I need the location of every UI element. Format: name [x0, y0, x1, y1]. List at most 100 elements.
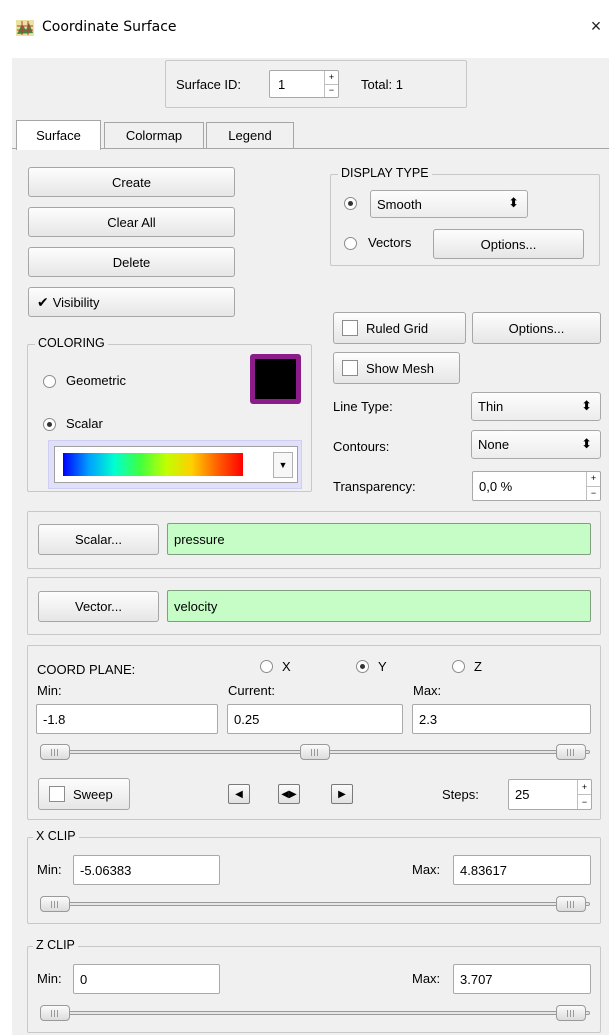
line-type-select[interactable]: Thin ⬍ — [471, 392, 601, 421]
scalar-radio[interactable] — [43, 418, 56, 431]
z-clip-max-slider-handle[interactable] — [556, 1005, 586, 1021]
x-clip-slider-track[interactable] — [40, 902, 590, 906]
geometric-radio[interactable] — [43, 375, 56, 388]
sweep-toggle[interactable]: Sweep — [38, 778, 130, 810]
plane-x-radio[interactable] — [260, 660, 273, 673]
plane-y-label: Y — [378, 659, 387, 674]
plane-x-label: X — [282, 659, 291, 674]
display-type-select[interactable]: Smooth ⬍ — [370, 190, 528, 218]
steps-label: Steps: — [442, 787, 479, 802]
decrement-icon[interactable]: − — [587, 485, 600, 501]
plane-y-radio[interactable] — [356, 660, 369, 673]
x-clip-min-input[interactable]: -5.06383 — [73, 855, 220, 885]
plane-min-label: Min: — [37, 683, 62, 698]
smooth-radio[interactable] — [344, 197, 357, 210]
steps-spin[interactable]: + − — [577, 780, 591, 809]
tab-separator — [12, 148, 609, 149]
surface-app-icon — [16, 20, 34, 36]
surface-id-spin[interactable]: + − — [324, 71, 338, 97]
scalar-radio-label: Scalar — [66, 416, 103, 431]
tab-colormap[interactable]: Colormap — [104, 122, 204, 148]
surface-id-label: Surface ID: — [176, 77, 242, 92]
delete-button[interactable]: Delete — [28, 247, 235, 277]
contours-value: None — [478, 437, 510, 452]
create-button[interactable]: Create — [28, 167, 235, 197]
increment-icon[interactable]: + — [325, 71, 338, 84]
x-clip-max-slider-handle[interactable] — [556, 896, 586, 912]
z-clip-min-label: Min: — [37, 971, 62, 986]
display-options-button[interactable]: Options... — [433, 229, 584, 259]
ruled-grid-label: Ruled Grid — [366, 320, 429, 336]
line-type-value: Thin — [478, 399, 504, 414]
vector-button[interactable]: Vector... — [38, 591, 159, 622]
checkmark-icon: ✔ — [37, 293, 49, 310]
plane-min-input[interactable]: -1.8 — [36, 704, 218, 734]
x-clip-max-input[interactable]: 4.83617 — [453, 855, 591, 885]
z-clip-max-input[interactable]: 3.707 — [453, 964, 591, 994]
show-mesh-checkbox[interactable] — [342, 360, 358, 376]
total-label: Total: 1 — [361, 77, 403, 92]
contours-label: Contours: — [333, 439, 390, 454]
z-clip-slider-track[interactable] — [40, 1011, 590, 1015]
sweep-label: Sweep — [73, 786, 113, 802]
plane-current-label: Current: — [228, 683, 275, 698]
step-both-icon[interactable]: ◀▶ — [278, 784, 300, 804]
decrement-icon[interactable]: − — [578, 794, 591, 809]
z-clip-min-slider-handle[interactable] — [40, 1005, 70, 1021]
surface-id-stepper[interactable]: 1 + − — [269, 70, 339, 98]
colormap-select[interactable]: ▼ — [54, 446, 298, 483]
plane-current-slider-handle[interactable] — [300, 744, 330, 760]
step-forward-icon[interactable]: ▶ — [331, 784, 353, 804]
step-back-icon[interactable]: ◀ — [228, 784, 250, 804]
steps-value: 25 — [515, 787, 530, 802]
z-clip-min-input[interactable]: 0 — [73, 964, 220, 994]
updown-icon: ⬍ — [581, 436, 592, 451]
updown-icon: ⬍ — [508, 195, 519, 210]
coord-plane-label: COORD PLANE: — [37, 662, 136, 677]
transparency-stepper[interactable]: 0,0 % + − — [472, 471, 601, 501]
transparency-spin[interactable]: + − — [586, 472, 600, 500]
ruled-grid-toggle[interactable]: Ruled Grid — [333, 312, 466, 344]
contours-select[interactable]: None ⬍ — [471, 430, 601, 459]
plane-min-slider-handle[interactable] — [40, 744, 70, 760]
z-clip-max-label: Max: — [412, 971, 441, 986]
clear-all-button[interactable]: Clear All — [28, 207, 235, 237]
x-clip-max-label: Max: — [412, 862, 441, 877]
total-value: 1 — [395, 77, 403, 92]
close-icon[interactable]: × — [586, 16, 606, 37]
show-mesh-toggle[interactable]: Show Mesh — [333, 352, 460, 384]
x-clip-min-label: Min: — [37, 862, 62, 877]
visibility-toggle[interactable]: ✔ Visibility — [28, 287, 235, 317]
ruled-grid-checkbox[interactable] — [342, 320, 358, 336]
x-clip-legend: X CLIP — [33, 829, 79, 843]
x-clip-min-slider-handle[interactable] — [40, 896, 70, 912]
geometric-label: Geometric — [66, 373, 126, 388]
dropdown-arrow-icon[interactable]: ▼ — [273, 452, 293, 478]
display-type-legend: DISPLAY TYPE — [338, 166, 432, 180]
vectors-radio[interactable] — [344, 237, 357, 250]
plane-current-input[interactable]: 0.25 — [227, 704, 403, 734]
plane-max-input[interactable]: 2.3 — [412, 704, 591, 734]
line-type-label: Line Type: — [333, 399, 393, 414]
vector-field[interactable]: velocity — [167, 590, 591, 622]
scalar-button[interactable]: Scalar... — [38, 524, 159, 555]
show-mesh-label: Show Mesh — [366, 360, 434, 376]
increment-icon[interactable]: + — [578, 780, 591, 794]
window-title: Coordinate Surface — [42, 19, 177, 35]
plane-z-radio[interactable] — [452, 660, 465, 673]
coloring-legend: COLORING — [35, 336, 108, 350]
grid-options-button[interactable]: Options... — [472, 312, 601, 344]
tab-legend[interactable]: Legend — [206, 122, 294, 148]
decrement-icon[interactable]: − — [325, 83, 338, 98]
steps-stepper[interactable]: 25 + − — [508, 779, 592, 810]
color-swatch[interactable] — [250, 354, 301, 404]
plane-max-slider-handle[interactable] — [556, 744, 586, 760]
scalar-field[interactable]: pressure — [167, 523, 591, 555]
plane-z-label: Z — [474, 659, 482, 674]
title-bar: Coordinate Surface × — [0, 0, 609, 58]
sweep-checkbox[interactable] — [49, 786, 65, 802]
increment-icon[interactable]: + — [587, 472, 600, 486]
plane-max-label: Max: — [413, 683, 442, 698]
tab-surface[interactable]: Surface — [16, 120, 101, 150]
display-type-value: Smooth — [377, 196, 422, 212]
